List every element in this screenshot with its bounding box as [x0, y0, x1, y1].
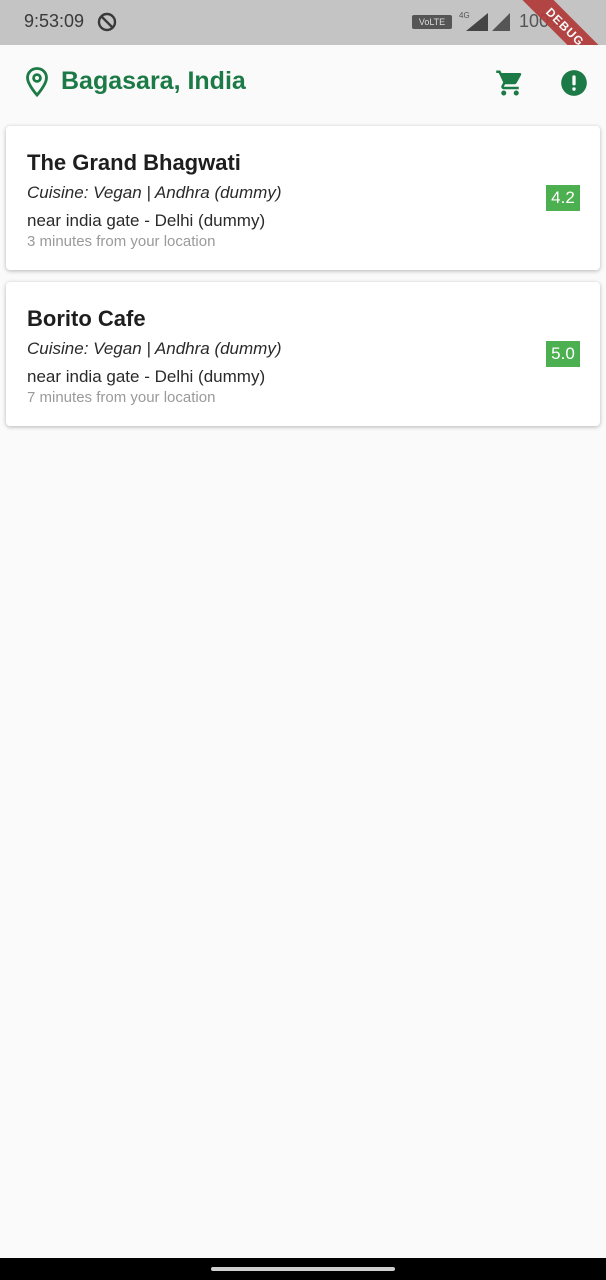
do-not-disturb-icon: [97, 12, 117, 32]
rating-badge: 4.2: [546, 185, 580, 211]
restaurant-cuisine: Cuisine: Vegan | Andhra (dummy): [27, 339, 282, 358]
restaurant-address: near india gate - Delhi (dummy): [27, 367, 266, 386]
restaurant-address: near india gate - Delhi (dummy): [27, 211, 266, 230]
home-gesture-handle[interactable]: [211, 1267, 395, 1271]
restaurant-card[interactable]: Borito Cafe Cuisine: Vegan | Andhra (dum…: [6, 282, 600, 426]
restaurant-eta: 3 minutes from your location: [27, 233, 216, 250]
status-bar: 9:53:09 VoLTE 4G 100%: [0, 0, 606, 45]
restaurant-name: Borito Cafe: [27, 306, 146, 331]
status-time: 9:53:09: [24, 11, 85, 31]
restaurant-card[interactable]: The Grand Bhagwati Cuisine: Vegan | Andh…: [6, 126, 600, 270]
restaurant-eta: 7 minutes from your location: [27, 389, 216, 406]
signal-icon: [466, 13, 488, 31]
signal-secondary-icon: [492, 13, 510, 31]
rating-badge: 5.0: [546, 341, 580, 367]
restaurant-name: The Grand Bhagwati: [27, 150, 241, 175]
cart-icon[interactable]: [495, 68, 525, 98]
volte-badge: VoLTE: [412, 15, 452, 29]
location-title[interactable]: Bagasara, India: [61, 67, 246, 96]
restaurant-cuisine: Cuisine: Vegan | Andhra (dummy): [27, 183, 282, 202]
alert-info-icon[interactable]: [560, 69, 588, 97]
app-bar: Bagasara, India: [0, 45, 606, 121]
location-pin-icon: [26, 67, 48, 97]
system-nav-bar: [0, 1258, 606, 1280]
